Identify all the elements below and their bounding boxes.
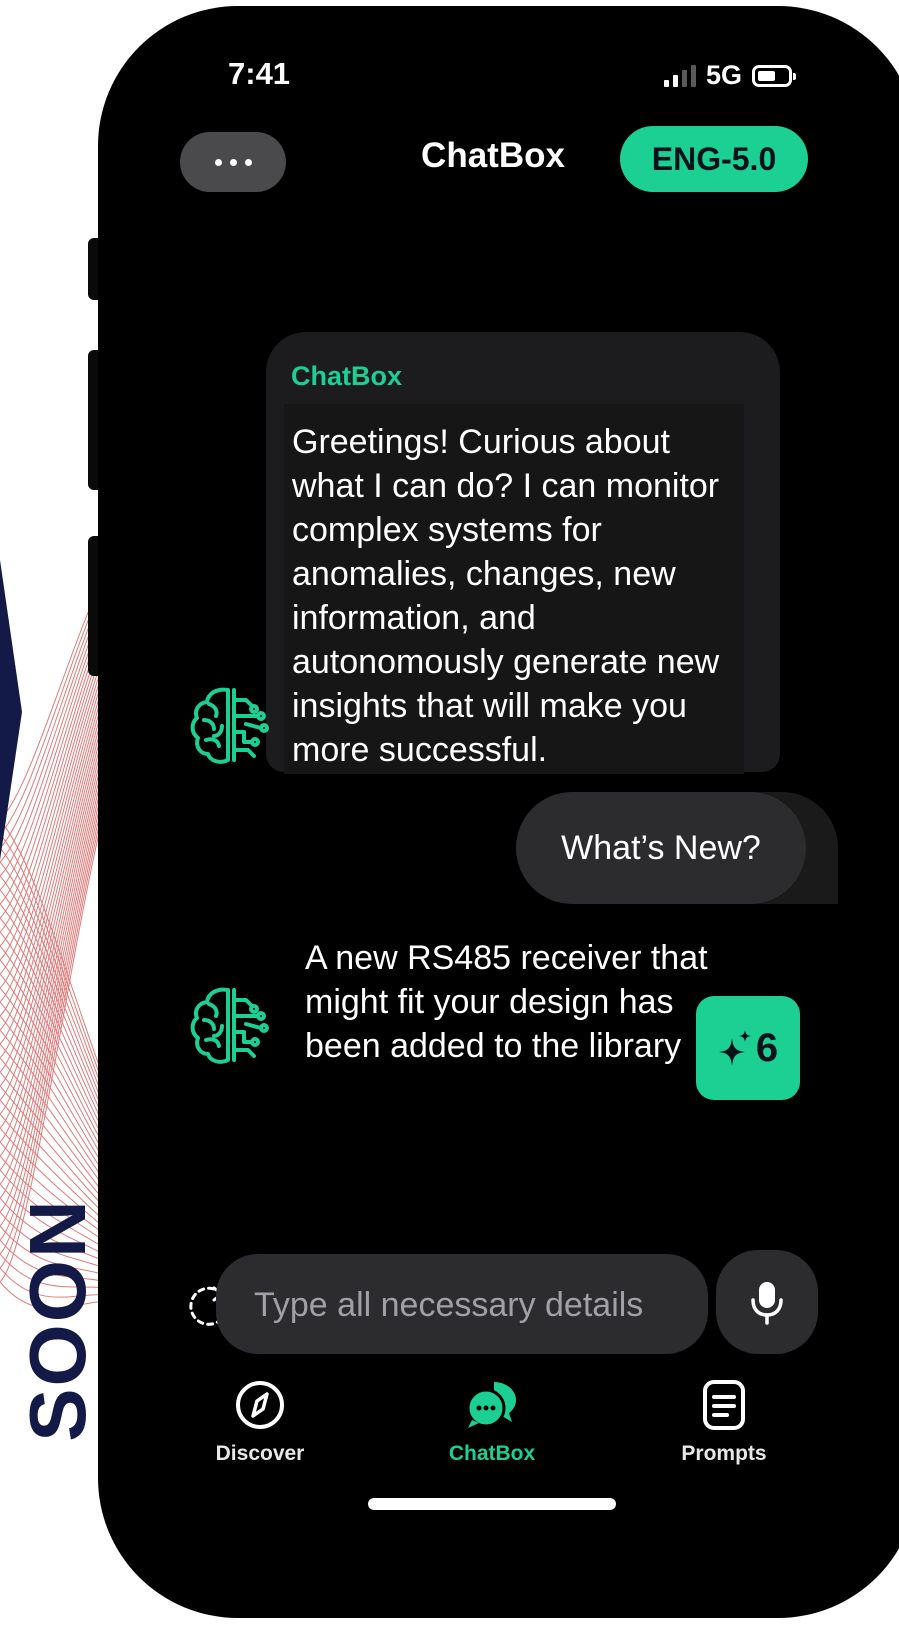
user-message-bubble: What’s New? <box>516 792 806 904</box>
phone-screen: 7:41 5G ChatBox ENG-5.0 ChatBox Greeting… <box>98 6 899 1618</box>
chat-bubbles-icon <box>466 1382 516 1428</box>
tab-discover[interactable]: Discover <box>180 1378 340 1474</box>
compass-icon <box>236 1381 284 1429</box>
more-horizontal-icon <box>214 158 252 166</box>
navy-chevron-shape <box>0 560 22 860</box>
tab-chatbox-label: ChatBox <box>448 1442 536 1465</box>
battery-icon <box>752 64 796 87</box>
network-type: 5G <box>705 60 742 90</box>
status-time: 7:41 <box>228 56 291 91</box>
bot-message-sender: ChatBox <box>291 361 403 391</box>
sparkle-icon <box>718 1030 751 1066</box>
home-indicator[interactable] <box>368 1498 616 1510</box>
message-input[interactable] <box>252 1254 696 1356</box>
tab-discover-label: Discover <box>215 1442 305 1465</box>
signal-icon <box>663 64 696 87</box>
brain-circuit-icon <box>190 987 269 1064</box>
more-options-button[interactable] <box>180 132 286 192</box>
new-insights-button[interactable]: 6 <box>696 996 800 1100</box>
status-indicators: 5G <box>663 60 796 91</box>
soon-label: SOON <box>12 1198 104 1442</box>
tab-prompts-label: Prompts <box>681 1442 767 1465</box>
insight-count: 6 <box>755 1025 779 1070</box>
stage: SOON 7:41 5G ChatBox ENG-5.0 ChatBox Gre… <box>0 0 899 1626</box>
microphone-button[interactable] <box>716 1250 818 1354</box>
document-icon <box>703 1380 745 1430</box>
bot-message-text: Greetings! Curious about what I can do? … <box>292 423 720 769</box>
tab-chatbox[interactable]: ChatBox <box>412 1378 572 1474</box>
microphone-icon <box>751 1282 783 1325</box>
soon-text: SOON <box>13 1198 102 1442</box>
tab-prompts[interactable]: Prompts <box>644 1378 804 1474</box>
bot-message-2-text: A new RS485 receiver that might fit your… <box>305 939 708 1065</box>
message-input-container[interactable] <box>216 1254 708 1356</box>
user-message-text: What’s New? <box>561 828 761 867</box>
brain-circuit-icon <box>190 687 269 764</box>
model-selector-button[interactable]: ENG-5.0 <box>620 126 808 192</box>
page-title: ChatBox <box>421 136 565 175</box>
